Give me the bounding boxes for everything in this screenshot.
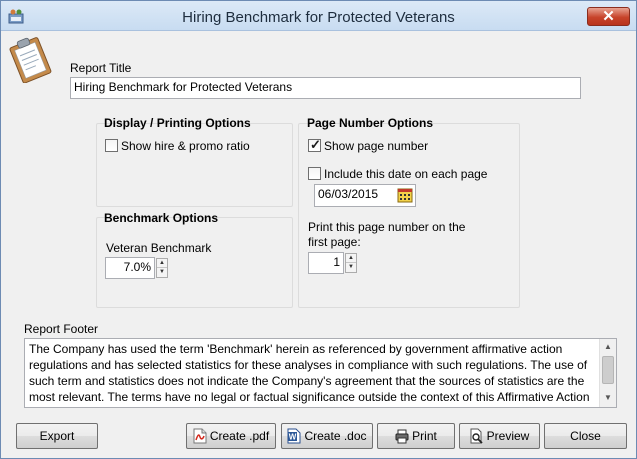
footer-scrollbar[interactable]: ▲ ▼: [599, 339, 616, 407]
print-label: Print: [412, 429, 437, 443]
report-footer-textarea[interactable]: The Company has used the term 'Benchmark…: [24, 338, 617, 408]
close-label: Close: [570, 429, 601, 443]
benchmark-options-title: Benchmark Options: [104, 211, 219, 225]
date-value: 06/03/2015: [318, 187, 379, 201]
page-number-options-title: Page Number Options: [307, 116, 434, 130]
word-icon: W: [287, 428, 301, 444]
first-page-label-line2: first page:: [308, 235, 361, 249]
export-label: Export: [39, 429, 75, 443]
printer-icon: [395, 429, 409, 444]
first-page-number-input[interactable]: 1: [308, 252, 344, 274]
report-dialog: Hiring Benchmark for Protected Veterans …: [0, 0, 637, 459]
first-page-number-spinner[interactable]: ▲ ▼: [345, 253, 357, 273]
preview-button[interactable]: Preview: [459, 423, 540, 449]
pdf-icon: [193, 428, 207, 444]
spin-up-icon[interactable]: ▲: [346, 254, 356, 263]
veteran-benchmark-input[interactable]: 7.0%: [105, 257, 155, 279]
create-doc-label: Create .doc: [304, 429, 367, 443]
show-page-number-checkbox[interactable]: ✓: [308, 137, 321, 152]
create-pdf-label: Create .pdf: [209, 429, 270, 443]
scroll-up-icon[interactable]: ▲: [600, 339, 616, 355]
report-title-input[interactable]: Hiring Benchmark for Protected Veterans: [70, 77, 581, 99]
veteran-benchmark-label: Veteran Benchmark: [106, 241, 212, 255]
create-pdf-button[interactable]: Create .pdf: [186, 423, 276, 449]
spin-down-icon[interactable]: ▼: [346, 263, 356, 272]
show-hire-promo-checkbox[interactable]: [105, 139, 118, 152]
close-button[interactable]: Close: [544, 423, 627, 449]
create-doc-button[interactable]: W Create .doc: [281, 423, 373, 449]
window-title: Hiring Benchmark for Protected Veterans: [182, 9, 455, 26]
report-title-label: Report Title: [70, 61, 132, 75]
clipboard-icon: [9, 37, 52, 83]
spin-down-icon[interactable]: ▼: [157, 268, 167, 277]
report-footer-label: Report Footer: [24, 322, 99, 336]
show-hire-promo-label[interactable]: Show hire & promo ratio: [121, 139, 250, 153]
show-page-number-label[interactable]: Show page number: [324, 139, 428, 153]
scroll-down-icon[interactable]: ▼: [600, 390, 616, 406]
display-options-group: [96, 123, 293, 207]
check-icon: ✓: [310, 137, 321, 152]
close-window-button[interactable]: ✕: [587, 7, 630, 26]
print-button[interactable]: Print: [377, 423, 455, 449]
preview-icon: [470, 428, 483, 444]
export-button[interactable]: Export: [16, 423, 98, 449]
veteran-benchmark-spinner[interactable]: ▲ ▼: [156, 258, 168, 278]
scroll-thumb[interactable]: [602, 356, 614, 384]
svg-text:W: W: [289, 432, 297, 441]
include-date-checkbox[interactable]: [308, 167, 321, 180]
title-bar[interactable]: Hiring Benchmark for Protected Veterans …: [1, 1, 636, 31]
report-footer-text[interactable]: The Company has used the term 'Benchmark…: [29, 341, 595, 406]
preview-label: Preview: [486, 429, 530, 443]
calendar-icon[interactable]: [397, 187, 413, 203]
first-page-label-line1: Print this page number on the: [308, 220, 466, 234]
display-options-title: Display / Printing Options: [104, 116, 251, 130]
spin-up-icon[interactable]: ▲: [157, 259, 167, 268]
include-date-label[interactable]: Include this date on each page: [324, 167, 487, 181]
